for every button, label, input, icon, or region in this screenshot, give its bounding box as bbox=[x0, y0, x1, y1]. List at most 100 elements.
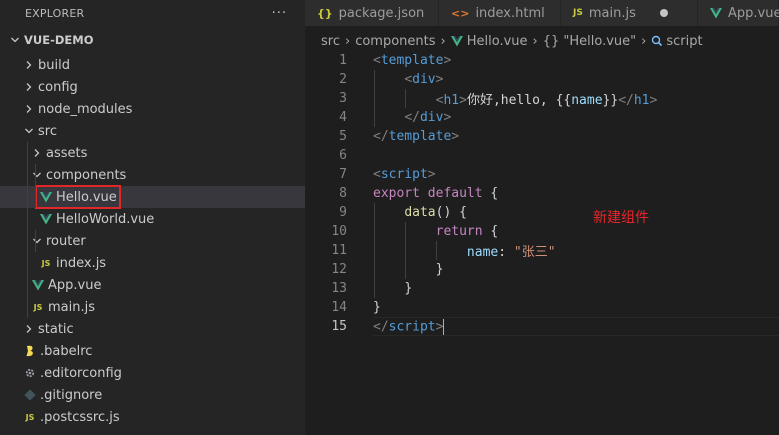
tab-label: main.js bbox=[588, 5, 636, 21]
folder-node-modules[interactable]: node_modules bbox=[0, 98, 305, 120]
gear-icon bbox=[22, 367, 38, 379]
line-number: 10 bbox=[331, 224, 347, 239]
git-icon bbox=[22, 389, 38, 401]
vue-icon bbox=[30, 279, 46, 291]
tree-item-label: build bbox=[38, 57, 70, 73]
file-helloworld-vue[interactable]: HelloWorld.vue bbox=[0, 208, 305, 230]
line-number: 4 bbox=[339, 110, 347, 125]
workspace-root-label: VUE-DEMO bbox=[24, 33, 94, 47]
file-index-js[interactable]: JS index.js bbox=[0, 252, 305, 274]
chevron-right-icon: › bbox=[344, 33, 351, 49]
tab-main-js[interactable]: JS main.js bbox=[561, 0, 698, 26]
line-number: 7 bbox=[339, 167, 347, 182]
vue-icon bbox=[450, 35, 463, 47]
breadcrumb-item[interactable]: components bbox=[355, 34, 435, 49]
code-token: () { bbox=[435, 205, 467, 220]
breadcrumb-item[interactable]: script bbox=[666, 34, 702, 49]
folder-components[interactable]: components bbox=[0, 164, 305, 186]
file-editorconfig[interactable]: .editorconfig bbox=[0, 362, 305, 384]
js-icon: JS bbox=[25, 412, 35, 422]
explorer-title: EXPLORER bbox=[25, 6, 85, 20]
line-number: 13 bbox=[331, 281, 347, 296]
tree-item-label: components bbox=[46, 167, 127, 183]
line-number: 8 bbox=[339, 186, 347, 201]
code-line: 4 </div> bbox=[305, 108, 779, 127]
tree-item-label: assets bbox=[46, 145, 88, 161]
tree-item-label: main.js bbox=[48, 299, 95, 315]
json-icon: {} bbox=[317, 6, 333, 20]
code-line: 12 } bbox=[305, 260, 779, 279]
code-line: 7 <script> bbox=[305, 165, 779, 184]
code-token: return bbox=[435, 224, 483, 239]
file-postcssrc-js[interactable]: JS .postcssrc.js bbox=[0, 406, 305, 428]
tree-item-label: .editorconfig bbox=[40, 365, 122, 381]
tab-label: App.vue bbox=[728, 5, 779, 21]
chevron-right-icon bbox=[30, 148, 44, 158]
tab-app-vue[interactable]: App.vue bbox=[698, 0, 779, 26]
code-token: name bbox=[466, 245, 499, 260]
folder-build[interactable]: build bbox=[0, 54, 305, 76]
vue-icon bbox=[38, 213, 54, 225]
vue-icon bbox=[38, 191, 54, 203]
breadcrumb-item[interactable]: Hello.vue bbox=[467, 34, 528, 49]
code-token: { bbox=[482, 224, 499, 239]
tab-label: package.json bbox=[338, 5, 425, 21]
tree-item-label: static bbox=[38, 321, 74, 337]
tree-item-label: .babelrc bbox=[40, 343, 93, 359]
file-tree: build config node_modules src assets componen… bbox=[0, 54, 305, 428]
code-editor[interactable]: 1 <template> 2 <div> 3 <h1>你好,hello, {{na… bbox=[305, 51, 779, 336]
code-token: { bbox=[482, 186, 499, 201]
code-token: } bbox=[404, 281, 413, 296]
tab-index-html[interactable]: <> index.html bbox=[439, 0, 561, 26]
file-babelrc[interactable]: .babelrc bbox=[0, 340, 305, 362]
code-token: div bbox=[419, 110, 444, 125]
breadcrumb-item[interactable]: {} "Hello.vue" bbox=[543, 34, 636, 49]
code-token: data bbox=[404, 205, 436, 220]
code-token: h1 bbox=[443, 93, 460, 108]
code-token: }} bbox=[602, 93, 619, 108]
chevron-right-icon: › bbox=[532, 33, 538, 49]
tree-item-label: index.js bbox=[56, 255, 107, 271]
unsaved-dot-icon[interactable] bbox=[659, 9, 668, 17]
folder-config[interactable]: config bbox=[0, 76, 305, 98]
line-number: 5 bbox=[339, 129, 347, 144]
folder-router[interactable]: router bbox=[0, 230, 305, 252]
tree-item-label: Hello.vue bbox=[56, 189, 117, 205]
vue-icon bbox=[710, 7, 722, 19]
code-token: name bbox=[571, 93, 603, 108]
chevron-right-icon: › bbox=[641, 33, 647, 49]
line-number: 9 bbox=[339, 205, 347, 220]
more-actions-icon[interactable]: ··· bbox=[272, 6, 287, 21]
code-line: 9 data() { bbox=[305, 203, 779, 222]
file-gitignore[interactable]: .gitignore bbox=[0, 384, 305, 406]
folder-assets[interactable]: assets bbox=[0, 142, 305, 164]
code-line: 13 } bbox=[305, 279, 779, 298]
folder-static[interactable]: static bbox=[0, 318, 305, 340]
workspace-root[interactable]: VUE-DEMO bbox=[0, 26, 305, 54]
line-number: 2 bbox=[339, 72, 347, 87]
file-app-vue[interactable]: App.vue bbox=[0, 274, 305, 296]
chevron-right-icon bbox=[22, 60, 36, 70]
file-hello-vue[interactable]: Hello.vue bbox=[0, 185, 305, 209]
chevron-down-icon bbox=[30, 170, 44, 180]
code-token: export default bbox=[373, 186, 483, 201]
code-line: 2 <div> bbox=[305, 70, 779, 89]
line-number: 11 bbox=[331, 243, 347, 258]
explorer-header: EXPLORER ··· bbox=[0, 0, 305, 26]
code-line: 11 name: "张三" bbox=[305, 241, 779, 260]
code-token: "张三" bbox=[513, 245, 556, 260]
tree-item-label: .gitignore bbox=[40, 387, 103, 403]
text-cursor bbox=[443, 318, 445, 335]
tab-package-json[interactable]: {} package.json bbox=[305, 0, 439, 26]
highlight-box: Hello.vue bbox=[35, 185, 121, 209]
folder-src[interactable]: src bbox=[0, 120, 305, 142]
code-line: 3 <h1>你好,hello, {{name}}</h1> bbox=[305, 89, 779, 108]
breadcrumb-item[interactable]: src bbox=[321, 34, 340, 49]
file-main-js[interactable]: JS main.js bbox=[0, 296, 305, 318]
indent-guide bbox=[35, 230, 36, 252]
js-icon: JS bbox=[41, 258, 51, 268]
indent-guide bbox=[35, 164, 36, 208]
chevron-down-icon bbox=[30, 236, 44, 246]
code-line: 15 </script> bbox=[305, 317, 779, 336]
chevron-down-icon bbox=[8, 35, 22, 45]
